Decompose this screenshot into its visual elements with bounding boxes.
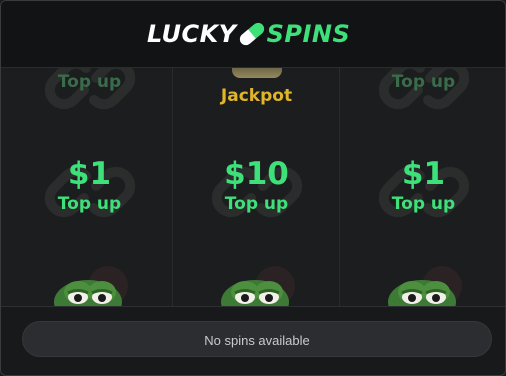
logo: LUCKY SPINS <box>147 17 350 51</box>
reel-3-top-slot: Top up <box>340 68 505 118</box>
reel-3-center-slot: $1 Top up <box>340 138 505 248</box>
reel-2-center-slot: $10 Top up <box>173 138 340 248</box>
reel-3: Top up $1 Top up <box>340 68 505 306</box>
reel-1-top-label: Top up <box>57 72 122 92</box>
reel-3-top-label: Top up <box>391 72 456 92</box>
frog-icon <box>220 266 295 306</box>
reel-1-center-slot: $1 Top up <box>6 138 173 248</box>
lucky-spins-panel: LUCKY SPINS Top up $1 Top up Jackpot $10… <box>0 0 506 376</box>
header: LUCKY SPINS <box>1 1 505 68</box>
reel-1-bottom-slot <box>6 258 173 306</box>
reel-2: Jackpot $10 Top up <box>173 68 340 306</box>
logo-spins-text: SPINS <box>266 20 351 48</box>
pill-icon <box>237 20 266 48</box>
frog-icon <box>387 266 462 306</box>
logo-lucky-text: LUCKY <box>147 20 237 48</box>
reel-3-amount: $1 <box>401 156 446 192</box>
reel-3-bottom-slot <box>340 258 505 306</box>
reel-2-amount: $10 <box>224 156 289 192</box>
frog-icon <box>53 266 128 306</box>
spin-button[interactable]: No spins available <box>22 321 492 357</box>
reel-2-bottom-slot <box>173 258 340 306</box>
reel-1-center-label: Top up <box>57 194 122 214</box>
reel-1: Top up $1 Top up <box>6 68 173 306</box>
reel-1-amount: $1 <box>67 156 112 192</box>
reel-2-jackpot-label: Jackpot <box>220 86 293 106</box>
reel-1-top-slot: Top up <box>6 68 173 118</box>
reel-3-center-label: Top up <box>391 194 456 214</box>
reel-2-center-label: Top up <box>224 194 289 214</box>
footer: No spins available <box>1 306 505 375</box>
jackpot-chip <box>231 68 282 78</box>
reel-2-top-slot: Jackpot <box>173 68 340 118</box>
slot-reels: Top up $1 Top up Jackpot $10 Top up Top … <box>1 68 505 306</box>
